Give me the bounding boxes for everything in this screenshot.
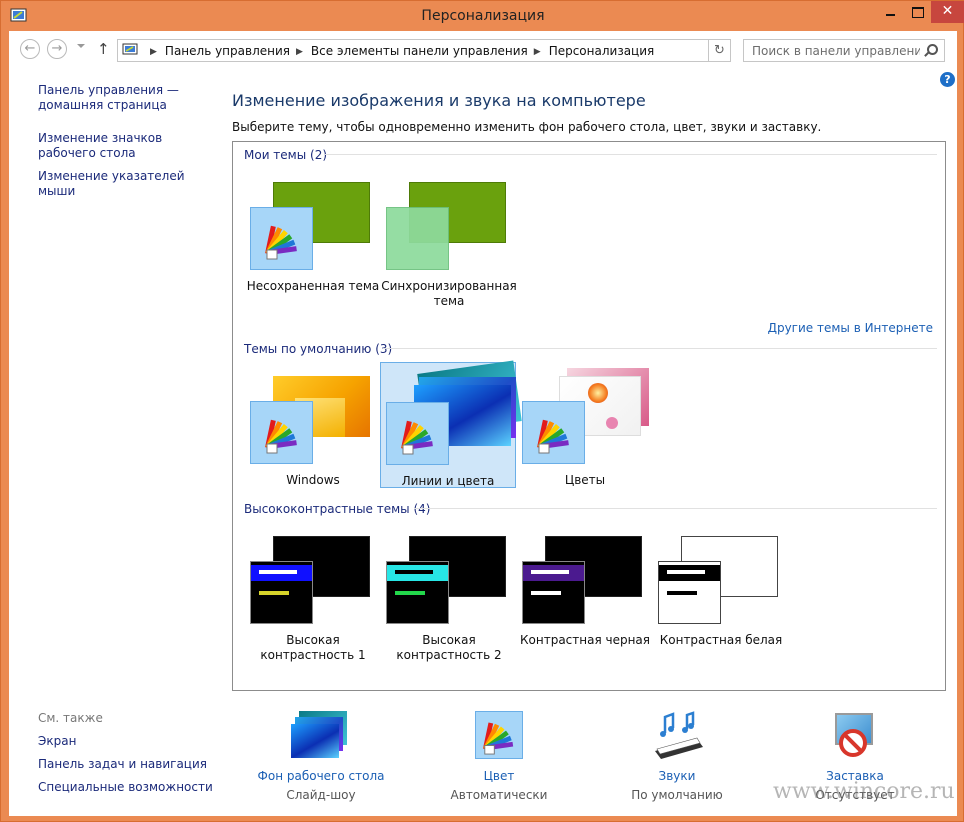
flower-shape (606, 417, 618, 429)
close-icon: ✕ (941, 3, 954, 19)
forward-button[interactable]: → (47, 39, 67, 59)
page-title: Изменение изображения и звука на компьют… (232, 91, 646, 110)
address-bar[interactable]: ▶ Панель управления ▶ Все элементы панели у… (117, 39, 731, 62)
minimize-button[interactable] (877, 1, 904, 23)
help-icon[interactable]: ? (940, 72, 955, 87)
screensaver-icon (825, 711, 885, 763)
theme-window-preview (250, 561, 313, 624)
back-arrow-icon: ← (24, 41, 36, 56)
theme-label: Контрастная черная (520, 633, 650, 647)
theme-tile-high-contrast-white[interactable]: Контрастная белая (653, 522, 789, 648)
navigation-bar: ← → ↑ ▶ Панель управления ▶ Все элементы па… (9, 31, 957, 69)
group-divider (383, 348, 937, 349)
back-button[interactable]: ← (20, 39, 40, 59)
theme-label: Синхронизированная тема (381, 279, 517, 308)
theme-tile-unsaved[interactable]: Несохраненная тема (245, 168, 381, 294)
theme-window-preview (522, 561, 585, 624)
see-also-link-taskbar[interactable]: Панель задач и навигация (38, 757, 207, 772)
theme-tile-flowers[interactable]: Цветы (517, 362, 653, 488)
color-palette-icon (537, 419, 569, 454)
color-setting[interactable]: Цвет Автоматически (424, 711, 574, 802)
window-client: ← → ↑ ▶ Панель управления ▶ Все элементы па… (9, 31, 957, 816)
desktop-background-value: Слайд-шоу (286, 788, 356, 802)
breadcrumb-separator-icon[interactable]: ▶ (296, 47, 303, 57)
group-header-high-contrast-themes[interactable]: Высококонтрастные темы (4) (244, 502, 430, 516)
theme-window-preview (386, 207, 449, 270)
theme-label: Несохраненная тема (246, 279, 380, 293)
see-also-label: См. также (38, 711, 103, 725)
search-box[interactable] (743, 39, 945, 62)
refresh-button[interactable]: ↻ (708, 40, 730, 61)
theme-window-preview (386, 561, 449, 624)
breadcrumb: ▶ Панель управления ▶ Все элементы панели у… (144, 44, 654, 58)
theme-window-preview (250, 401, 313, 464)
window-title: Персонализация (421, 8, 545, 24)
group-header-my-themes[interactable]: Мои темы (2) (244, 148, 327, 162)
up-button[interactable]: ↑ (97, 40, 110, 58)
sounds-icon (647, 711, 707, 763)
sounds-link[interactable]: Звуки (602, 769, 752, 783)
desktop-background-icon (291, 711, 351, 763)
theme-label: Высокая контрастность 1 (260, 633, 366, 662)
theme-list[interactable]: Мои темы (2) Несохраненная тема Синхрони… (232, 141, 946, 691)
theme-tile-lines-and-colors[interactable]: Линии и цвета (380, 360, 522, 488)
maximize-button[interactable] (904, 1, 931, 23)
more-themes-online-link[interactable]: Другие темы в Интернете (768, 321, 933, 335)
theme-tile-high-contrast-1[interactable]: Высокая контрастность 1 (245, 522, 381, 662)
theme-label: Высокая контрастность 2 (396, 633, 502, 662)
color-icon (469, 711, 529, 763)
theme-tile-high-contrast-black[interactable]: Контрастная черная (517, 522, 653, 648)
control-panel-icon (122, 43, 138, 55)
group-header-default-themes[interactable]: Темы по умолчанию (3) (244, 342, 392, 356)
close-button[interactable]: ✕ (931, 1, 964, 23)
color-palette-icon (482, 722, 514, 755)
theme-window-preview (522, 401, 585, 464)
color-palette-icon (401, 420, 433, 455)
recent-locations-chevron-icon[interactable] (77, 44, 85, 48)
sidebar-link-desktop-icons[interactable]: Изменение значков рабочего стола (38, 131, 218, 161)
group-divider (325, 154, 937, 155)
breadcrumb-item[interactable]: Персонализация (549, 44, 655, 58)
theme-window-preview (250, 207, 313, 270)
theme-label: Windows (286, 473, 340, 487)
group-divider (414, 508, 937, 509)
flower-shape (588, 383, 608, 403)
breadcrumb-item[interactable]: Все элементы панели управления (311, 44, 528, 58)
color-palette-icon (265, 225, 297, 260)
breadcrumb-separator-icon[interactable]: ▶ (534, 47, 541, 57)
page-subtitle: Выберите тему, чтобы одновременно измени… (232, 120, 822, 134)
watermark: www.wincore.ru (773, 779, 955, 804)
theme-label: Линии и цвета (401, 474, 495, 488)
color-value: Автоматически (450, 788, 548, 802)
search-input[interactable] (744, 40, 920, 61)
sidebar-link-mouse-pointers[interactable]: Изменение указателей мыши (38, 169, 218, 199)
breadcrumb-item[interactable]: Панель управления (165, 44, 290, 58)
color-link[interactable]: Цвет (424, 769, 574, 783)
theme-label: Цветы (564, 473, 606, 487)
refresh-icon: ↻ (714, 43, 725, 58)
theme-window-preview (658, 561, 721, 624)
see-also-link-display[interactable]: Экран (38, 734, 76, 749)
theme-label: Контрастная белая (659, 633, 783, 647)
desktop-background-link[interactable]: Фон рабочего стола (246, 769, 396, 783)
sounds-value: По умолчанию (631, 788, 723, 802)
sounds-setting[interactable]: Звуки По умолчанию (602, 711, 752, 802)
desktop-background-setting[interactable]: Фон рабочего стола Слайд-шоу (246, 711, 396, 802)
breadcrumb-separator-icon[interactable]: ▶ (150, 47, 157, 57)
theme-tile-windows[interactable]: Windows (245, 362, 381, 488)
theme-tile-synced[interactable]: Синхронизированная тема (381, 168, 517, 308)
window-frame: Персонализация ✕ ← → ↑ ▶ Панель управлени… (0, 0, 964, 822)
title-bar[interactable]: Персонализация ✕ (1, 1, 964, 31)
color-palette-icon (265, 419, 297, 454)
theme-tile-high-contrast-2[interactable]: Высокая контрастность 2 (381, 522, 517, 662)
forward-arrow-icon: → (51, 41, 63, 56)
sidebar-link-control-panel-home[interactable]: Панель управления — домашняя страница (38, 83, 208, 113)
search-icon[interactable] (927, 44, 938, 55)
see-also-link-accessibility[interactable]: Специальные возможности (38, 780, 213, 795)
theme-window-preview (386, 402, 449, 465)
